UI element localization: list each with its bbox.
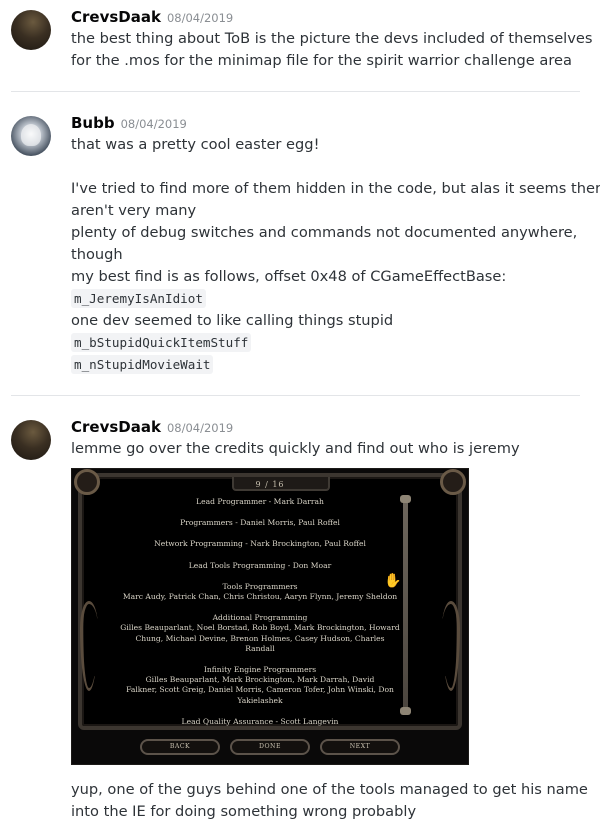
avatar[interactable]	[11, 420, 51, 460]
credit-line: Falkner, Scott Greig, Daniel Morris, Cam…	[126, 685, 394, 695]
username[interactable]: Bubb	[71, 114, 115, 132]
message-crevsdaak-1: CrevsDaak 08/04/2019 the best thing abou…	[0, 0, 600, 72]
credit-line: Programmers - Daniel Morris, Paul Roffel	[180, 518, 340, 528]
ornament-corner	[74, 469, 100, 495]
done-button[interactable]: DONE	[230, 739, 310, 755]
inline-code: m_nStupidMovieWait	[71, 355, 214, 374]
credit-line: Lead Tools Programming - Don Moar	[188, 560, 332, 570]
message-bubb: Bubb 08/04/2019 that was a pretty cool e…	[0, 92, 600, 376]
message-header: Bubb 08/04/2019	[71, 114, 600, 134]
message-line: I've tried to find more of them hidden i…	[71, 180, 600, 197]
message-line: plenty of debug switches and commands no…	[71, 224, 578, 241]
message-line: my best find is as follows, offset 0x48 …	[71, 268, 507, 285]
inline-code: m_JeremyIsAnIdiot	[71, 289, 206, 308]
credit-line: Chung, Michael Devine, Brenon Holmes, Ca…	[135, 633, 385, 643]
message-header: CrevsDaak 08/04/2019	[71, 8, 600, 28]
code-line: m_JeremyIsAnIdiot	[71, 288, 600, 310]
username[interactable]: CrevsDaak	[71, 418, 161, 436]
message-line: for the .mos for the minimap file for th…	[71, 52, 572, 69]
credit-line: Infinity Engine Programmers	[203, 665, 317, 675]
credit-line: Randall	[245, 643, 275, 653]
avatar[interactable]	[11, 10, 51, 50]
gauntlet-cursor-icon: ✋	[384, 573, 402, 589]
timestamp: 08/04/2019	[166, 11, 234, 25]
ornament-corner	[440, 469, 466, 495]
credits-text: Lead Programmer - Mark Darrah Programmer…	[116, 497, 404, 727]
credits-button-bar: BACK DONE NEXT	[78, 734, 462, 760]
message-line: that was a pretty cool easter egg!	[71, 136, 320, 153]
credit-line: Lead Programmer - Mark Darrah	[196, 497, 324, 506]
timestamp: 08/04/2019	[120, 117, 187, 131]
credit-line: Network Programming - Nark Brockington, …	[154, 539, 366, 549]
message-line: one dev seemed to like calling things st…	[71, 312, 394, 329]
credit-line: Gilles Beauparlant, Noel Borstad, Rob Bo…	[120, 623, 400, 633]
image-attachment[interactable]: 9 / 16 Lead Programmer - Mark Darrah Pro…	[71, 468, 469, 765]
credits-window: 9 / 16 Lead Programmer - Mark Darrah Pro…	[78, 473, 462, 730]
credit-line: Marc Audy, Patrick Chan, Chris Christou,…	[122, 592, 398, 602]
inline-code: m_bStupidQuickItemStuff	[71, 333, 252, 352]
code-line: m_bStupidQuickItemStuff	[71, 332, 600, 354]
credits-scrollbar[interactable]	[400, 495, 411, 715]
message-line: yup, one of the guys behind one of the t…	[71, 781, 588, 798]
credit-line: Gilles Beauparlant, Mark Brockington, Ma…	[145, 675, 375, 685]
message-line: aren't very many	[71, 202, 197, 219]
message-line: into the IE for doing something wrong pr…	[71, 803, 417, 820]
message-crevsdaak-2: CrevsDaak 08/04/2019 lemme go over the c…	[0, 396, 600, 823]
message-line: lemme go over the credits quickly and fi…	[71, 440, 520, 457]
timestamp: 08/04/2019	[166, 421, 234, 435]
page-indicator: 9 / 16	[255, 480, 285, 489]
message-line: though	[71, 246, 123, 263]
credit-line: Lead Quality Assurance - Scott Langevin	[181, 716, 339, 726]
code-line: m_nStupidMovieWait	[71, 354, 600, 376]
ornament-left	[80, 601, 98, 691]
credit-line: Additional Programming	[212, 613, 308, 623]
avatar[interactable]	[11, 116, 51, 156]
credit-line: Yakielashek	[237, 695, 283, 705]
ornament-right	[442, 601, 460, 691]
message-line: the best thing about ToB is the picture …	[71, 30, 593, 47]
message-header: CrevsDaak 08/04/2019	[71, 418, 600, 438]
credit-line: Tools Programmers	[222, 581, 298, 591]
back-button[interactable]: BACK	[140, 739, 220, 755]
username[interactable]: CrevsDaak	[71, 8, 161, 26]
next-button[interactable]: NEXT	[320, 739, 400, 755]
